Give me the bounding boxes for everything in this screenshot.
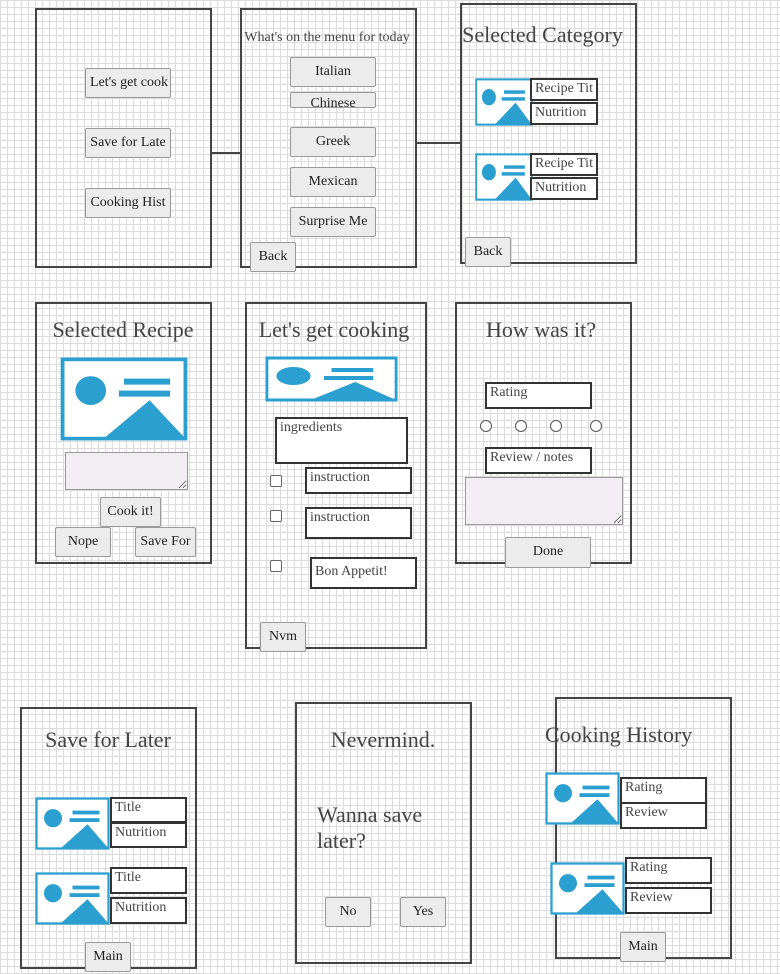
recipe-title-field: Recipe Tit [530, 153, 598, 176]
review-notes-label: Review / notes [485, 447, 592, 474]
rating-field: Rating [625, 857, 712, 884]
category-italian-button[interactable]: Italian [290, 57, 376, 87]
rating-radio[interactable] [480, 420, 492, 432]
title-field: Title [110, 867, 187, 894]
review-notes-textarea[interactable] [465, 477, 623, 525]
step-checkbox[interactable] [270, 475, 282, 487]
cooking-history-title: Cooking History [545, 722, 693, 747]
rating-radio[interactable] [550, 420, 562, 432]
nutrition-field: Nutrition [110, 897, 187, 924]
connector-line [416, 142, 462, 144]
review-title: How was it? [486, 317, 596, 342]
cooking-history-button[interactable]: Cooking Hist [85, 188, 171, 218]
recipe-title-field: Recipe Tit [530, 78, 598, 101]
instruction-field: instruction [305, 507, 412, 539]
rating-radio[interactable] [590, 420, 602, 432]
connector-line [211, 152, 241, 154]
save-for-later-button[interactable]: Save for Late [85, 128, 171, 158]
cooking-title: Let's get cooking [258, 317, 410, 342]
back-button[interactable]: Back [465, 237, 511, 267]
done-button[interactable]: Done [505, 537, 591, 568]
bon-appetit-field: Bon Appetit! [310, 557, 417, 589]
category-surprise-me-button[interactable]: Surprise Me [290, 207, 376, 237]
main-button[interactable]: Main [620, 932, 666, 962]
save-later-prompt: Wanna save later? [317, 802, 423, 853]
selected-category-title: Selected Category [462, 22, 623, 47]
save-for-later-title: Save for Later [45, 727, 171, 752]
recipe-image-icon [475, 153, 533, 201]
recipe-image-icon [475, 78, 533, 126]
category-mexican-button[interactable]: Mexican [290, 167, 376, 197]
recipe-image-icon [545, 772, 620, 825]
save-for-later-button[interactable]: Save For [135, 527, 196, 557]
ingredients-field: ingredients [275, 417, 408, 464]
review-field: Review [625, 887, 712, 914]
rating-field: Rating [620, 777, 707, 804]
selected-recipe-title: Selected Recipe [52, 317, 194, 342]
recipe-image-icon [35, 797, 110, 850]
yes-button[interactable]: Yes [400, 897, 446, 927]
back-button[interactable]: Back [250, 242, 296, 272]
recipe-image-icon [550, 862, 625, 915]
recipe-image-icon [265, 356, 398, 402]
nutrition-field: Nutrition [530, 102, 598, 125]
nevermind-title: Nevermind. [330, 727, 436, 752]
rating-label: Rating [485, 382, 592, 409]
lets-get-cooking-button[interactable]: Let's get cook [85, 68, 171, 98]
step-checkbox[interactable] [270, 510, 282, 522]
cook-it-button[interactable]: Cook it! [100, 497, 161, 527]
recipe-notes-textarea[interactable] [65, 452, 188, 490]
rating-radio[interactable] [515, 420, 527, 432]
title-field: Title [110, 797, 187, 823]
nutrition-field: Nutrition [530, 177, 598, 200]
nevermind-button[interactable]: Nvm [260, 622, 306, 652]
recipe-image-icon [60, 357, 188, 441]
review-field: Review [620, 802, 707, 829]
nope-button[interactable]: Nope [55, 527, 111, 557]
category-greek-button[interactable]: Greek [290, 127, 376, 157]
main-button[interactable]: Main [85, 942, 131, 972]
menu-title: What's on the menu for today [244, 30, 410, 45]
step-checkbox[interactable] [270, 560, 282, 572]
instruction-field: instruction [305, 467, 412, 494]
nutrition-field: Nutrition [110, 822, 187, 848]
category-chinese-button[interactable]: Chinese [290, 92, 376, 108]
no-button[interactable]: No [325, 897, 371, 927]
recipe-image-icon [35, 872, 110, 925]
